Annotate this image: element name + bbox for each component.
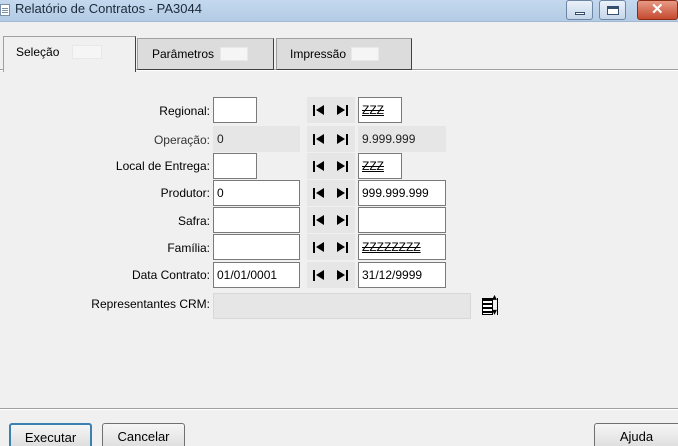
first-record-arrow-icon [316, 215, 324, 225]
last-record-icon [346, 105, 348, 116]
maximize-icon [607, 6, 619, 15]
local-entrega-from-input[interactable] [213, 153, 257, 179]
app-document-icon [0, 4, 10, 16]
last-record-arrow-icon [337, 242, 345, 252]
bottom-separator-highlight [0, 409, 678, 410]
data-contrato-label: Data Contrato: [131, 268, 210, 282]
last-record-icon [346, 161, 348, 172]
familia-last-button[interactable] [331, 234, 355, 260]
first-record-arrow-icon [316, 105, 324, 115]
last-record-icon [346, 270, 348, 281]
tab-impressao-label: Impressão [290, 47, 347, 61]
safra-to-input[interactable] [358, 207, 446, 233]
produtor-to-input[interactable]: 999.999.999 [358, 180, 446, 206]
regional-label: Regional: [159, 104, 210, 118]
last-record-arrow-icon [337, 134, 345, 144]
safra-from-input[interactable] [213, 207, 300, 233]
last-record-arrow-icon [337, 215, 345, 225]
last-record-icon [346, 242, 348, 253]
operacao-to-input: 9.999.999 [358, 126, 446, 152]
safra-label: Safra: [177, 214, 210, 228]
first-record-arrow-icon [316, 188, 324, 198]
data-contrato-from-input[interactable]: 01/01/0001 [213, 262, 300, 288]
data-contrato-first-button[interactable] [307, 262, 331, 288]
first-record-icon [313, 188, 315, 199]
produtor-last-button[interactable] [331, 180, 355, 206]
last-record-arrow-icon [337, 161, 345, 171]
window-title: Relatório de Contratos - PA3044 [15, 1, 202, 16]
executar-button[interactable]: Executar [9, 423, 92, 446]
operacao-first-button [307, 126, 331, 152]
last-record-arrow-icon [337, 188, 345, 198]
local-entrega-to-input[interactable]: ZZZ [358, 153, 402, 179]
familia-to-input[interactable]: ZZZZZZZZ [358, 234, 446, 260]
first-record-icon [313, 270, 315, 281]
local-entrega-first-button[interactable] [307, 153, 331, 179]
regional-last-button[interactable] [331, 97, 355, 123]
local-entrega-label: Local de Entrega: [115, 159, 210, 173]
familia-label: Família: [167, 241, 210, 255]
operacao-label: Operação: [153, 133, 210, 147]
first-record-icon [313, 134, 315, 145]
tab-selecao-swatch [72, 45, 102, 59]
tab-impressao-swatch [351, 47, 379, 61]
representantes-crm-input [213, 293, 471, 319]
tab-parametros-label: Parâmetros [152, 47, 215, 61]
first-record-icon [313, 215, 315, 226]
last-record-arrow-icon [337, 105, 345, 115]
first-record-arrow-icon [316, 242, 324, 252]
representantes-crm-label: Representantes CRM: [91, 297, 210, 311]
tab-parametros[interactable]: Parâmetros [137, 38, 274, 70]
minimize-icon [575, 12, 585, 15]
maximize-button[interactable] [599, 0, 626, 20]
first-record-icon [313, 161, 315, 172]
local-entrega-last-button[interactable] [331, 153, 355, 179]
first-record-icon [313, 105, 315, 116]
first-record-arrow-icon [316, 270, 324, 280]
last-record-arrow-icon [337, 270, 345, 280]
first-record-arrow-icon [316, 134, 324, 144]
regional-to-input[interactable]: ZZZ [358, 97, 402, 123]
tab-selecao[interactable]: Seleção [3, 36, 136, 72]
regional-first-button[interactable] [307, 97, 331, 123]
close-button[interactable]: ✕ [637, 0, 678, 20]
first-record-arrow-icon [316, 161, 324, 171]
familia-first-button[interactable] [307, 234, 331, 260]
minimize-button[interactable] [566, 0, 593, 20]
close-icon: ✕ [651, 1, 664, 18]
title-bar: Relatório de Contratos - PA3044 ✕ [0, 0, 678, 22]
last-record-icon [346, 134, 348, 145]
operacao-from-input: 0 [213, 126, 300, 152]
data-contrato-last-button[interactable] [331, 262, 355, 288]
tab-impressao[interactable]: Impressão [276, 38, 412, 70]
ajuda-button[interactable]: Ajuda [594, 423, 678, 446]
safra-last-button[interactable] [331, 207, 355, 233]
representantes-crm-list-button[interactable] [476, 292, 504, 319]
last-record-icon [346, 215, 348, 226]
familia-from-input[interactable] [213, 234, 300, 260]
tab-parametros-swatch [220, 47, 248, 61]
cancelar-button[interactable]: Cancelar [102, 423, 185, 446]
produtor-label: Produtor: [160, 186, 210, 200]
operacao-last-button [331, 126, 355, 152]
tab-selecao-label: Seleção [16, 45, 60, 59]
safra-first-button[interactable] [307, 207, 331, 233]
produtor-first-button[interactable] [307, 180, 331, 206]
regional-from-input[interactable] [213, 97, 257, 123]
sort-arrows-icon [492, 292, 498, 318]
data-contrato-to-input[interactable]: 31/12/9999 [358, 262, 446, 288]
produtor-from-input[interactable]: 0 [213, 180, 300, 206]
first-record-icon [313, 242, 315, 253]
last-record-icon [346, 188, 348, 199]
